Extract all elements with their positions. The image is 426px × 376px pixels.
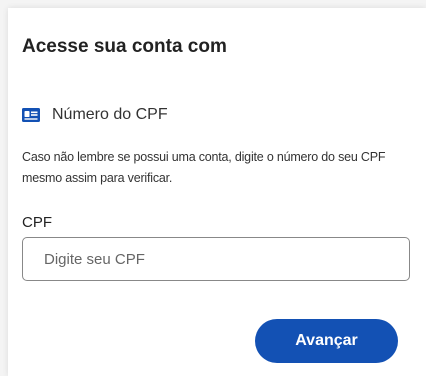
cpf-input[interactable] xyxy=(22,237,410,281)
cpf-field-label: CPF xyxy=(22,214,52,231)
id-card-icon xyxy=(22,108,40,122)
login-method-cpf: Número do CPF xyxy=(22,106,168,124)
login-method-label: Número do CPF xyxy=(52,106,168,123)
next-button[interactable]: Avançar xyxy=(255,319,398,363)
login-card: Acesse sua conta com Número do CPF Caso … xyxy=(8,8,426,376)
page-title: Acesse sua conta com xyxy=(22,36,227,57)
help-text: Caso não lembre se possui uma conta, dig… xyxy=(22,150,386,185)
